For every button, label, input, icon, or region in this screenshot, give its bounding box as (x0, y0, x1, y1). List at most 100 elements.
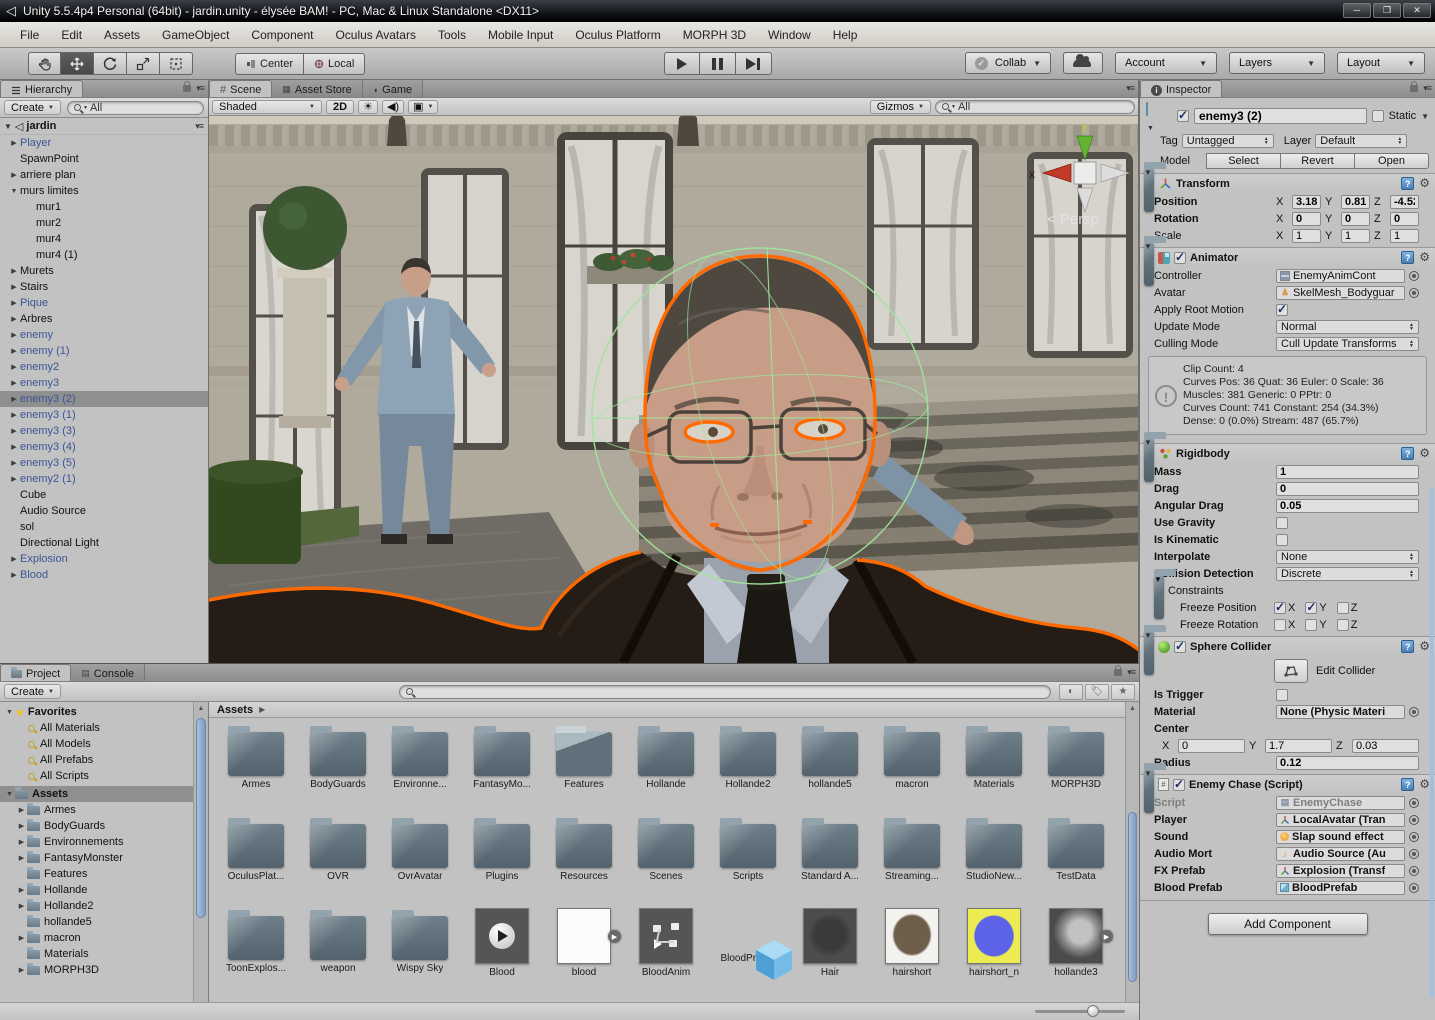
pivot-local-button[interactable]: Local (304, 53, 365, 75)
tab-inspector[interactable]: i Inspector (1140, 80, 1222, 97)
scale-x-field[interactable] (1292, 229, 1321, 243)
object-picker-icon[interactable] (1409, 288, 1419, 298)
menu-edit[interactable]: Edit (51, 25, 92, 45)
asset-item[interactable]: TestData (1035, 812, 1117, 904)
asset-item[interactable]: Scripts (707, 812, 789, 904)
asset-item[interactable]: Blood (461, 904, 543, 996)
help-icon[interactable]: ? (1401, 447, 1414, 460)
active-checkbox[interactable] (1177, 110, 1189, 122)
favorites-item[interactable]: All Models (0, 736, 208, 752)
foldout-arrow-icon[interactable]: ▶ (8, 571, 20, 579)
hierarchy-item[interactable]: Directional Light (0, 535, 208, 551)
project-tree-folder[interactable]: Features (0, 866, 208, 882)
project-create-button[interactable]: Create▼ (4, 684, 61, 699)
hierarchy-item[interactable]: ▶Pique (0, 295, 208, 311)
apply-root-motion-checkbox[interactable] (1276, 304, 1288, 316)
draw-mode-dropdown[interactable]: Shaded▼ (212, 100, 322, 114)
inspector-scrollbar[interactable] (1430, 488, 1434, 998)
asset-item[interactable]: Hollande (625, 720, 707, 812)
menu-oculus-avatars[interactable]: Oculus Avatars (325, 25, 425, 45)
freeze-position-y-checkbox[interactable] (1305, 602, 1317, 614)
model-revert-button[interactable]: Revert (1281, 153, 1355, 169)
sphere-collider-foldout[interactable]: ▼ (1144, 631, 1154, 675)
help-icon[interactable]: ? (1401, 251, 1414, 264)
tab-hierarchy[interactable]: Hierarchy (0, 80, 83, 97)
object-picker-icon[interactable] (1409, 866, 1419, 876)
rotation-y-field[interactable] (1341, 212, 1370, 226)
rotate-tool-button[interactable] (94, 52, 127, 75)
object-picker-icon[interactable] (1409, 798, 1419, 808)
scene-panel-menu-icon[interactable]: ▾≡ (1126, 83, 1134, 94)
layout-dropdown[interactable]: Layout▼ (1337, 52, 1425, 74)
foldout-arrow-icon[interactable]: ▶ (8, 443, 20, 451)
account-dropdown[interactable]: Account▼ (1115, 52, 1217, 74)
asset-item[interactable]: OvrAvatar (379, 812, 461, 904)
center-y-field[interactable] (1265, 739, 1332, 753)
asset-item[interactable]: BodyGuards (297, 720, 379, 812)
gear-icon[interactable]: ⚙ (1419, 777, 1430, 791)
tab-asset-store[interactable]: ▦Asset Store (272, 80, 362, 97)
menu-morph-3d[interactable]: MORPH 3D (673, 25, 756, 45)
use-gravity-checkbox[interactable] (1276, 517, 1288, 529)
search-by-type-button[interactable]: ◐ (1059, 684, 1083, 700)
layers-dropdown[interactable]: Layers▼ (1229, 52, 1325, 74)
foldout-arrow-icon[interactable]: ▶ (16, 838, 27, 846)
hand-tool-button[interactable] (28, 52, 61, 75)
hierarchy-item[interactable]: ▶enemy3 (3) (0, 423, 208, 439)
asset-item[interactable]: BloodPrefab (707, 904, 789, 996)
hierarchy-item[interactable]: ▶enemy3 (1) (0, 407, 208, 423)
move-tool-button[interactable] (61, 52, 94, 75)
layer-dropdown[interactable]: Default (1315, 134, 1407, 148)
asset-item[interactable]: hairshort (871, 904, 953, 996)
object-picker-icon[interactable] (1409, 883, 1419, 893)
foldout-arrow-icon[interactable]: ▶ (8, 267, 20, 275)
assets-root[interactable]: ▼ Assets (0, 786, 208, 802)
favorites-filter-button[interactable]: ★ (1111, 684, 1135, 700)
expand-arrow-icon[interactable]: ▶ (1100, 930, 1113, 943)
radius-field[interactable] (1276, 756, 1419, 770)
scale-y-field[interactable] (1341, 229, 1370, 243)
center-x-field[interactable] (1178, 739, 1245, 753)
gear-icon[interactable]: ⚙ (1419, 639, 1430, 653)
lock-icon[interactable] (183, 85, 191, 92)
menu-gameobject[interactable]: GameObject (152, 25, 239, 45)
scene-row-menu-icon[interactable]: ▾≡ (195, 121, 203, 132)
controller-object-field[interactable]: EnemyAnimCont (1276, 269, 1405, 283)
menu-window[interactable]: Window (758, 25, 821, 45)
hierarchy-search-input[interactable] (90, 102, 197, 114)
freeze-rotation-z-checkbox[interactable] (1337, 619, 1349, 631)
hierarchy-item[interactable]: ▶enemy (1) (0, 343, 208, 359)
model-select-button[interactable]: Select (1206, 153, 1281, 169)
scene-viewport[interactable]: y x < Persp (209, 116, 1138, 663)
2d-toggle-button[interactable]: 2D (326, 100, 354, 114)
add-component-button[interactable]: Add Component (1208, 913, 1368, 935)
favorites-item[interactable]: All Scripts (0, 768, 208, 784)
foldout-arrow-icon[interactable]: ▶ (16, 854, 27, 862)
gameobject-thumbnail[interactable]: ▼ (1146, 103, 1172, 129)
project-tree-folder[interactable]: ▶Environnements (0, 834, 208, 850)
scroll-up-icon[interactable]: ▲ (194, 702, 208, 716)
asset-item[interactable]: OculusPlat... (215, 812, 297, 904)
hierarchy-item[interactable]: ▶enemy3 (0, 375, 208, 391)
foldout-arrow-icon[interactable]: ▶ (8, 379, 20, 387)
menu-file[interactable]: File (10, 25, 49, 45)
sound-object-field[interactable]: Slap sound effect (1276, 830, 1405, 844)
lighting-toggle-button[interactable]: ☀ (358, 100, 378, 114)
asset-item[interactable]: Standard A... (789, 812, 871, 904)
help-icon[interactable]: ? (1401, 177, 1414, 190)
favorites-item[interactable]: All Materials (0, 720, 208, 736)
asset-item[interactable]: ▶hollande3 (1035, 904, 1117, 996)
is-kinematic-checkbox[interactable] (1276, 534, 1288, 546)
menu-oculus-platform[interactable]: Oculus Platform (565, 25, 670, 45)
project-menu-icon[interactable]: ▾≡ (1127, 667, 1135, 678)
scale-tool-button[interactable] (127, 52, 160, 75)
hierarchy-item[interactable]: ▶Murets (0, 263, 208, 279)
object-picker-icon[interactable] (1409, 815, 1419, 825)
script-object-field[interactable]: ▤EnemyChase (1276, 796, 1405, 810)
asset-item[interactable]: Hollande2 (707, 720, 789, 812)
freeze-rotation-y-checkbox[interactable] (1305, 619, 1317, 631)
static-dropdown-icon[interactable]: ▼ (1421, 112, 1429, 121)
center-z-field[interactable] (1352, 739, 1419, 753)
collision-detection-dropdown[interactable]: Discrete (1276, 567, 1419, 581)
project-tree-folder[interactable]: ▶macron (0, 930, 208, 946)
